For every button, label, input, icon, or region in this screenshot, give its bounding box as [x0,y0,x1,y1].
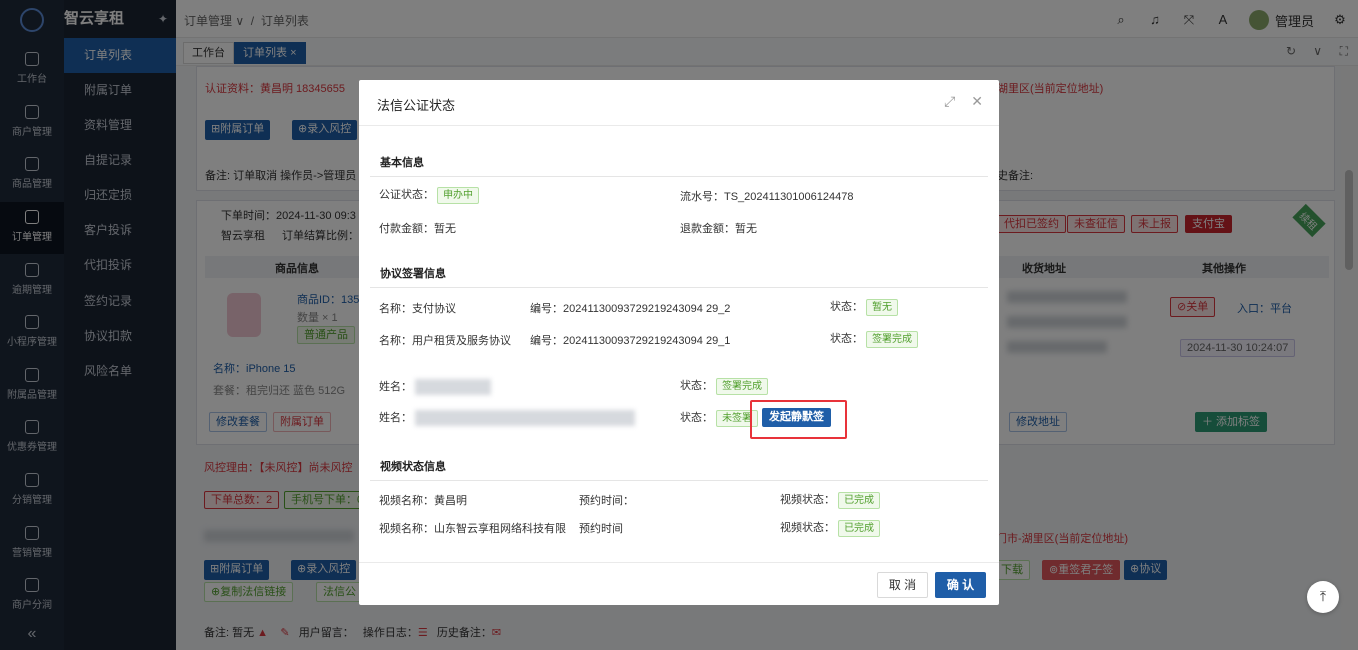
section-agreement-title: 协议签署信息 [380,268,446,280]
video-state-field: 视频状态： 已完成 [780,491,881,509]
agreement-row-1-name: 名称：支付协议 [379,303,456,315]
appointment-time-field: 预约时间： [579,495,634,507]
silent-sign-button[interactable]: 发起静默签 [762,408,831,427]
video-name-field-2: 视频名称：山东智云享租网络科技有限 [379,523,566,535]
dialog-title: 法信公证状态 [377,98,456,113]
agreement-row-1-no: 编号：20241130093729219243094 29_2 [530,303,731,315]
agreement-row-2-name: 名称：用户租赁及服务协议 [379,335,511,347]
blurred-name [415,379,492,396]
cancel-button[interactable]: 取 消 [877,572,928,598]
payment-field: 付款金额：暂无 [379,223,456,235]
back-to-top-icon[interactable]: ⤒ [1307,581,1339,613]
video-state-field-2: 视频状态： 已完成 [780,519,881,537]
agreement-row-2-state: 状态： 签署完成 [830,330,919,348]
maximize-icon[interactable]: ⤢ [944,93,955,110]
agreement-row-1-state: 状态： 暂无 [830,298,899,316]
signer-1-state: 状态： 签署完成 [680,377,769,395]
confirm-button[interactable]: 确 认 [935,572,986,598]
notary-status-field: 公证状态： 申办中 [379,186,480,204]
section-video-title: 视频状态信息 [380,461,446,473]
close-icon[interactable]: ✕ [971,93,983,110]
dialog-body: 基本信息 公证状态： 申办中 流水号：TS_202411301006124478… [359,126,999,561]
status-badge: 签署完成 [716,377,769,395]
agreement-row-2-no: 编号：20241130093729219243094 29_1 [530,335,731,347]
signer-1-name: 姓名： [379,378,492,396]
section-basic-title: 基本信息 [380,157,424,169]
notarization-status-dialog: 法信公证状态 ⤢ ✕ 基本信息 公证状态： 申办中 流水号：TS_2024113… [359,80,999,605]
status-badge: 已完成 [838,519,881,537]
serial-field: 流水号：TS_202411301006124478 [680,191,854,203]
status-badge: 暂无 [866,298,899,316]
status-badge: 申办中 [437,186,480,204]
blurred-name [415,410,636,427]
status-badge: 已完成 [838,491,881,509]
status-badge: 签署完成 [866,330,919,348]
appointment-time-field-2: 预约时间 [579,523,623,535]
video-name-field: 视频名称：黄昌明 [379,495,467,507]
signer-2-name: 姓名： [379,409,636,427]
refund-field: 退款金额：暂无 [680,223,757,235]
signer-2-state: 状态： 未签署 [680,409,759,427]
